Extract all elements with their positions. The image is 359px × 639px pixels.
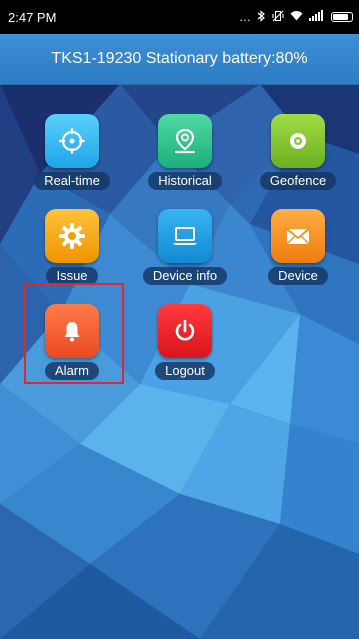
menu-tile-logout[interactable]: Logout <box>138 291 232 383</box>
alarm-icon-box <box>45 304 99 358</box>
envelope-icon <box>286 228 310 245</box>
status-time: 2:47 PM <box>8 9 57 25</box>
menu-tile-historical[interactable]: Historical <box>138 101 232 193</box>
status-bar: 2:47 PM … <box>0 0 359 34</box>
power-icon <box>175 319 195 341</box>
menu-tile-device-info[interactable]: Device info <box>138 196 232 288</box>
more-dots-icon: … <box>239 10 251 24</box>
app-header: TKS1-19230 Stationary battery:80% <box>0 34 359 85</box>
wifi-icon <box>290 10 303 24</box>
bell-icon <box>64 322 80 342</box>
crosshair-icon <box>59 128 85 154</box>
menu-label-device-info: Device info <box>142 267 228 285</box>
geofence-icon-box <box>271 114 325 168</box>
device-icon-box <box>271 209 325 263</box>
status-icons: … <box>239 9 353 25</box>
menu-tile-realtime[interactable]: Real-time <box>25 101 119 193</box>
logout-icon-box <box>158 304 212 358</box>
menu-tile-device[interactable]: Device <box>251 196 345 288</box>
bluetooth-icon <box>257 9 266 25</box>
target-icon <box>290 133 306 149</box>
menu-tile-alarm[interactable]: Alarm <box>25 291 119 383</box>
menu-label-realtime: Real-time <box>34 172 110 190</box>
header-title: TKS1-19230 Stationary battery:80% <box>51 50 308 67</box>
menu-label-logout: Logout <box>155 362 215 380</box>
realtime-icon-box <box>45 114 99 168</box>
menu-tile-geofence[interactable]: Geofence <box>251 101 345 193</box>
device-info-icon-box <box>158 209 212 263</box>
menu-grid: Real-time Historical Geofence Issue Devi… <box>0 84 359 639</box>
issue-icon-box <box>45 209 99 263</box>
battery-icon <box>331 12 353 22</box>
historical-icon-box <box>158 114 212 168</box>
menu-label-issue: Issue <box>46 267 98 285</box>
laptop-icon <box>173 227 197 245</box>
signal-icon <box>309 10 325 24</box>
menu-tile-issue[interactable]: Issue <box>25 196 119 288</box>
menu-label-geofence: Geofence <box>259 172 337 190</box>
phone-screen: 2:47 PM … TKS1-19230 Stationary battery:… <box>0 0 359 639</box>
map-pin-icon <box>175 128 195 154</box>
vibrate-off-icon <box>272 10 284 25</box>
menu-label-historical: Historical <box>148 172 222 190</box>
menu-label-alarm: Alarm <box>45 362 99 380</box>
gear-icon <box>59 223 85 249</box>
menu-label-device: Device <box>268 267 328 285</box>
